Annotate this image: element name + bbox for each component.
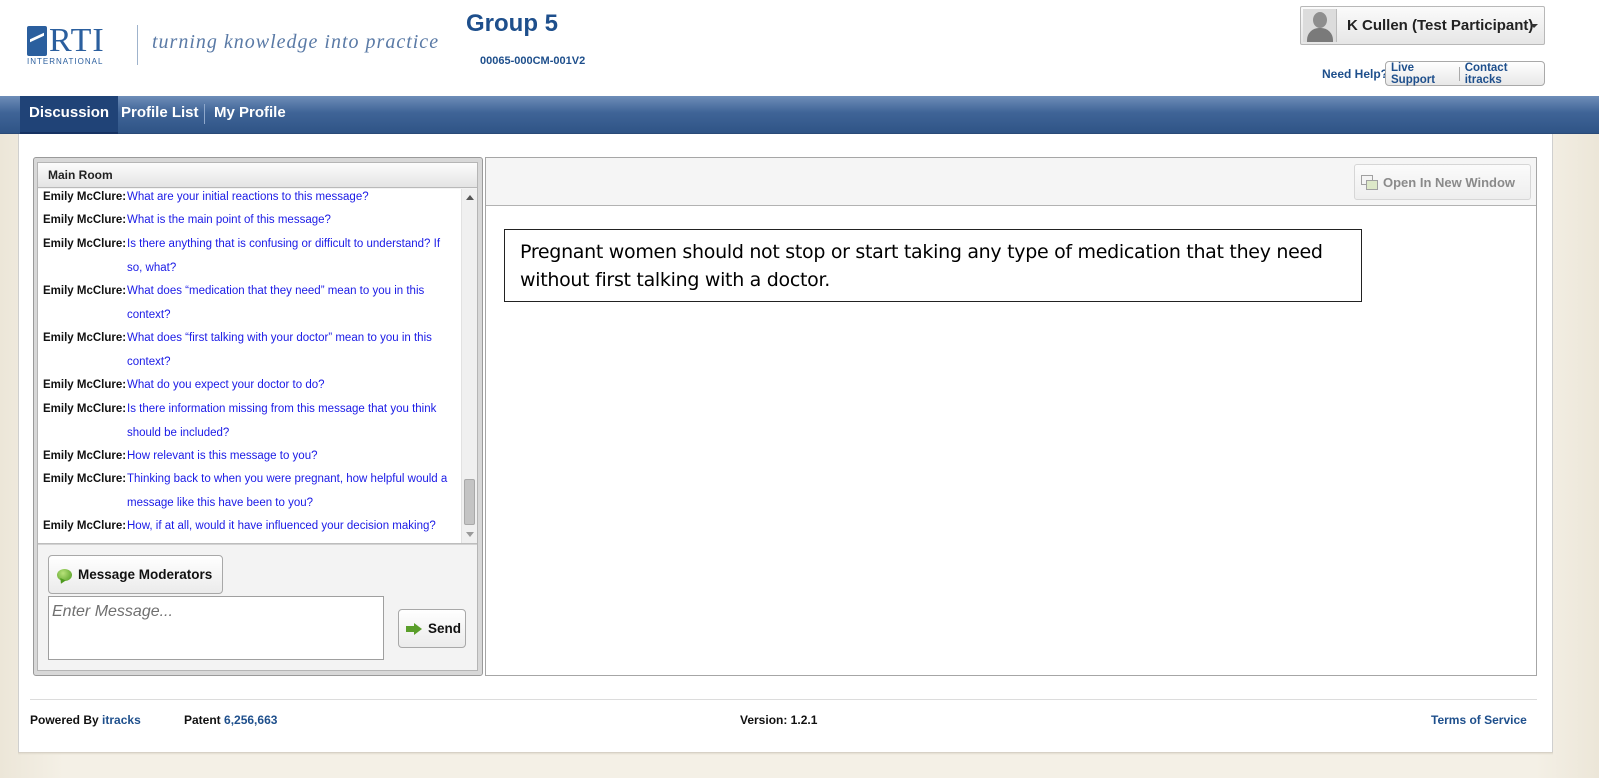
message-author: Emily McClure: [43,214,127,226]
message-text: What are your initial reactions to this … [127,191,369,203]
open-in-new-window-button[interactable]: Open In New Window [1354,164,1531,200]
user-avatar-icon [1303,9,1337,42]
send-button[interactable]: Send [398,609,466,648]
group-title: Group 5 [466,10,559,37]
patent: Patent 6,256,663 [184,713,277,727]
message-author: Emily McClure: [43,450,127,462]
need-help-label: Need Help? [1322,67,1389,81]
user-name: K Cullen (Test Participant) [1347,17,1534,34]
message-input[interactable] [48,596,384,660]
rti-logo[interactable]: RTI INTERNATIONAL [27,22,127,66]
message-text: How relevant is this message to you? [127,450,318,462]
send-label: Send [428,621,462,636]
message-author: Emily McClure: [43,520,127,532]
footer-divider [30,699,1537,700]
scroll-up-arrow-icon[interactable] [466,195,474,200]
logo-subtext: INTERNATIONAL [27,57,104,66]
message-text: How, if at all, would it have influenced… [127,520,436,532]
powered-by: Powered By itracks [30,713,141,727]
tab-my-profile[interactable]: My Profile [205,96,295,134]
message-text: What does “first talking with your docto… [127,332,432,368]
header: RTI INTERNATIONAL turning knowledge into… [0,0,1599,96]
open-in-new-window-label: Open In New Window [1383,174,1516,190]
message-moderators-label: Message Moderators [78,567,213,582]
chevron-down-icon [1530,24,1538,28]
message-text: What do you expect your doctor to do? [127,379,325,391]
message-text: What is the main point of this message? [127,214,331,226]
message-author: Emily McClure: [43,379,127,391]
contact-itracks-link[interactable]: Contact itracks [1460,62,1544,86]
rti-logo-mark-icon [27,26,47,56]
logo-divider [137,25,138,65]
compose-divider [38,543,477,545]
itracks-link[interactable]: itracks [102,713,141,727]
message-scrollbar[interactable] [461,189,477,543]
tab-discussion[interactable]: Discussion [20,96,119,134]
new-window-icon [1361,175,1378,190]
scroll-down-arrow-icon[interactable] [466,532,474,537]
message-list[interactable]: Emily McClure: What are your initial rea… [38,189,461,543]
user-menu-dropdown[interactable]: K Cullen (Test Participant) [1300,6,1545,45]
message-text: Thinking back to when you were pregnant,… [127,473,448,509]
page-bottom-shadow [18,752,1553,755]
stimulus-message: Pregnant women should not stop or start … [504,229,1362,302]
project-code: 00065-000CM-001V2 [480,55,586,67]
chat-bubble-icon [57,568,72,581]
message-text: Is there anything that is confusing or d… [127,238,441,274]
version-label: Version: 1.2.1 [740,713,818,727]
powered-by-label: Powered By [30,713,99,727]
message-author: Emily McClure: [43,238,127,250]
tagline: turning knowledge into practice [152,31,440,53]
support-links: Live Support Contact itracks [1385,61,1545,86]
message-author: Emily McClure: [43,473,127,485]
message-text: Is there information missing from this m… [127,403,437,439]
message-author: Emily McClure: [43,191,127,203]
arrow-right-icon [406,622,422,635]
terms-of-service-link[interactable]: Terms of Service [1431,713,1527,727]
message-author: Emily McClure: [43,285,127,297]
message-author: Emily McClure: [43,332,127,344]
logo-text: RTI [49,22,105,59]
message-moderators-button[interactable]: Message Moderators [48,555,223,594]
room-title: Main Room [38,163,477,188]
tab-profile-list[interactable]: Profile List [112,96,208,134]
scrollbar-thumb[interactable] [464,479,475,525]
live-support-link[interactable]: Live Support [1386,62,1459,86]
message-author: Emily McClure: [43,403,127,415]
patent-label: Patent [184,713,221,727]
message-text: What does “medication that they need” me… [127,285,425,321]
main-nav: Discussion Profile List My Profile [0,96,1599,134]
patent-link[interactable]: 6,256,663 [224,713,277,727]
